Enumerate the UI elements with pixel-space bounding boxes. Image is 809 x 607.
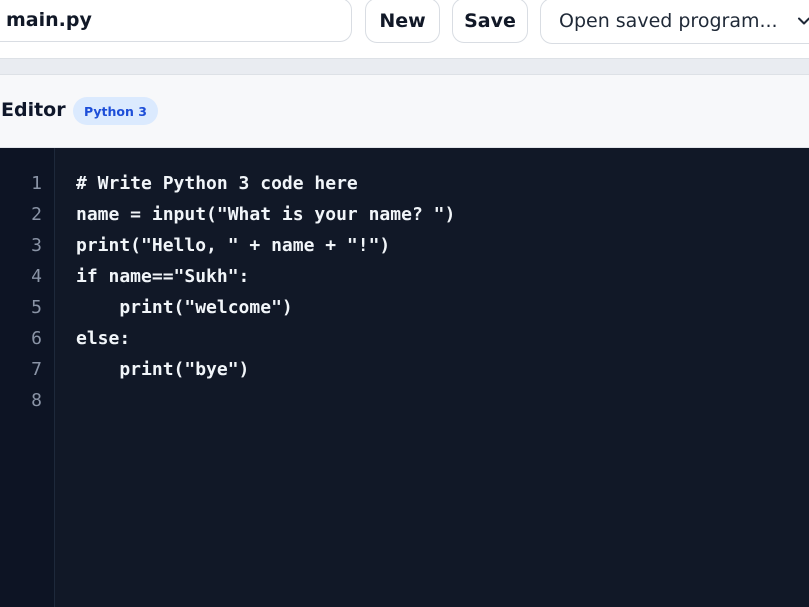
code-line[interactable]: # Write Python 3 code here — [76, 168, 358, 199]
line-number: 1 — [31, 173, 42, 194]
line-number: 4 — [31, 266, 42, 287]
code-editor[interactable]: 1 2 3 4 5 6 7 8 # Write Python 3 code he… — [0, 148, 809, 607]
line-number: 5 — [31, 297, 42, 318]
code-line[interactable]: print("bye") — [76, 354, 249, 385]
editor-header: Editor Python 3 — [0, 75, 809, 148]
code-editor-page: New Save Open saved program... Editor Py… — [0, 0, 809, 607]
code-line[interactable]: name = input("What is your name? ") — [76, 199, 455, 230]
new-button[interactable]: New — [365, 0, 440, 43]
toolbar: New Save Open saved program... — [0, 0, 809, 58]
code-line[interactable]: print("welcome") — [76, 292, 292, 323]
open-saved-program-label: Open saved program... — [559, 10, 778, 32]
toolbar-divider — [0, 58, 809, 75]
language-badge: Python 3 — [73, 97, 158, 125]
filename-input[interactable] — [0, 0, 352, 42]
line-number: 6 — [31, 328, 42, 349]
line-number: 2 — [31, 204, 42, 225]
line-number: 7 — [31, 359, 42, 380]
code-line[interactable]: print("Hello, " + name + "!") — [76, 230, 390, 261]
chevron-down-icon — [798, 17, 809, 25]
editor-title: Editor — [1, 99, 66, 121]
line-number: 8 — [31, 390, 42, 411]
open-saved-program-select[interactable]: Open saved program... — [540, 0, 809, 44]
code-line[interactable]: if name=="Sukh": — [76, 261, 249, 292]
code-line[interactable]: else: — [76, 323, 130, 354]
line-number: 3 — [31, 235, 42, 256]
line-number-gutter: 1 2 3 4 5 6 7 8 — [0, 148, 55, 607]
save-button[interactable]: Save — [452, 0, 528, 43]
